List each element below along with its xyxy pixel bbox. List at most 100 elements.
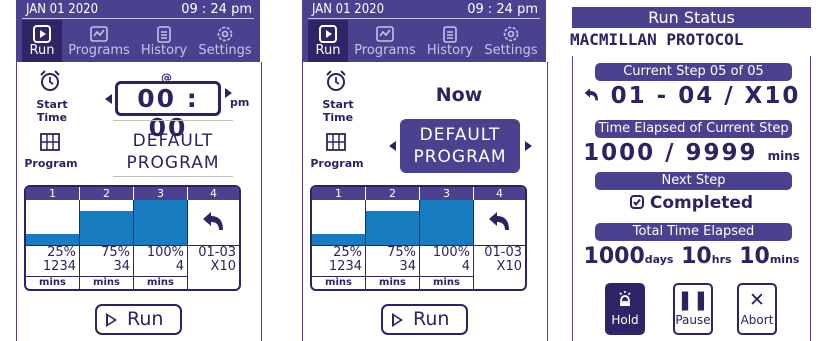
program-name-line2: PROGRAM (413, 147, 507, 167)
program-name-line2: PROGRAM (126, 153, 220, 173)
clipboard-icon (443, 26, 457, 43)
loop-back-icon (489, 212, 509, 230)
time-elapsed-unit: mins (767, 149, 800, 163)
days-unit: days (644, 253, 674, 266)
tab-settings-label: Settings (484, 43, 538, 58)
step-time: 1234 (328, 259, 362, 274)
step-percent: 100% (432, 245, 470, 260)
step-unit: mins (366, 276, 419, 289)
run-status-screen: Run Status MACMILLAN PROTOCOL Current St… (562, 0, 821, 341)
program-next-arrow[interactable] (525, 141, 532, 151)
step-unit: mins (80, 276, 133, 289)
step-number: 4 (188, 187, 239, 200)
step-unit: mins (312, 276, 365, 289)
step-grid: 1 2 3 4 25% 1234 mins 75% 34 mins 100% 4 mins … (24, 185, 241, 291)
step-loop[interactable] (474, 200, 525, 245)
step-bar[interactable] (134, 200, 188, 245)
loop-range: 01-03 (198, 245, 236, 260)
lamp-icon (607, 285, 643, 313)
run-button[interactable]: Run (95, 304, 182, 335)
tab-settings-label: Settings (198, 43, 252, 58)
play-square-icon (319, 25, 337, 43)
step-unit: mins (134, 276, 187, 289)
gear-icon (503, 26, 519, 42)
run-button-label: Run (413, 308, 450, 330)
tab-programs-label: Programs (354, 43, 416, 58)
time-elapsed-value: 1000 / 9999 mins (573, 140, 810, 166)
step-time: 1234 (42, 259, 76, 274)
tab-settings[interactable]: Settings (194, 20, 256, 62)
abort-button[interactable]: ✕ Abort (737, 283, 777, 335)
device-header: JAN 01 2020 09 : 24 pm Run Programs Hist… (302, 0, 546, 62)
pause-button[interactable]: ❚❚ Pause (673, 283, 713, 335)
start-time-value[interactable]: Now (399, 84, 519, 106)
step-number: 2 (80, 187, 134, 200)
step-bar[interactable] (312, 200, 366, 245)
tab-run-label: Run (315, 43, 341, 58)
alarm-clock-icon (40, 70, 60, 91)
step-fill (366, 211, 419, 245)
gear-icon (217, 26, 233, 42)
current-step-value: 01 - 04 / X10 (573, 83, 810, 109)
tab-programs[interactable]: Programs (350, 20, 420, 62)
step-number: 1 (26, 187, 80, 200)
tab-history[interactable]: History (422, 20, 478, 62)
step-bar[interactable] (26, 200, 80, 245)
next-step-text: Completed (649, 193, 754, 213)
header-date: JAN 01 2020 (312, 2, 385, 17)
tab-history-label: History (140, 43, 188, 58)
device-header: JAN 01 2020 09 : 24 pm Run Programs Hist… (16, 0, 260, 62)
tab-programs[interactable]: Programs (64, 20, 134, 62)
total-days: 1000 (583, 244, 645, 269)
step-percent: 75% (101, 245, 130, 260)
program-selector[interactable]: DEFAULT PROGRAM (400, 119, 520, 173)
step-time: 4 (175, 259, 184, 274)
step-bar[interactable] (420, 200, 474, 245)
step-time: 4 (461, 259, 470, 274)
loop-count: X10 (496, 259, 522, 274)
step-fill (134, 200, 187, 245)
step-bar[interactable] (366, 200, 420, 245)
total-elapsed-label: Total Time Elapsed (595, 223, 792, 241)
program-prev-arrow[interactable] (389, 141, 396, 151)
step-info: 25% 1234 mins (26, 245, 80, 289)
step-unit: mins (26, 276, 79, 289)
hours-unit: hrs (711, 253, 732, 266)
loop-range: 01-03 (484, 245, 522, 260)
start-time-value[interactable]: 00 : 00 (115, 81, 221, 142)
tab-settings[interactable]: Settings (480, 20, 542, 62)
tab-run[interactable]: Run (308, 20, 348, 62)
header-time: 09 : 24 pm (467, 2, 538, 17)
alarm-clock-icon (326, 70, 346, 91)
time-elapsed-label: Time Elapsed of Current Step (595, 120, 792, 138)
minutes-unit: mins (769, 253, 800, 266)
step-info: 75% 34 mins (366, 245, 420, 289)
next-step-label: Next Step (595, 172, 792, 190)
step-info: 25% 1234 mins (312, 245, 366, 289)
current-step-text: 01 - 04 / X10 (610, 83, 801, 109)
step-fill (80, 211, 133, 245)
step-info: 100% 4 mins (134, 245, 188, 289)
tab-run-label: Run (29, 43, 55, 58)
clipboard-icon (157, 26, 171, 43)
run-status-body: Current Step 05 of 05 01 - 04 / X10 Time… (572, 56, 811, 341)
program-label: Program (310, 157, 364, 170)
run-button[interactable]: Run (381, 304, 468, 335)
close-icon: ✕ (749, 289, 765, 311)
tab-run[interactable]: Run (22, 20, 62, 62)
time-decrease-arrow[interactable] (105, 94, 112, 104)
protocol-name: MACMILLAN PROTOCOL (570, 30, 744, 49)
ampm-indicator[interactable]: pm (230, 96, 249, 109)
tab-programs-label: Programs (68, 43, 130, 58)
step-number: 3 (420, 187, 474, 200)
program-grid-icon (40, 133, 60, 151)
current-step-label: Current Step 05 of 05 (595, 63, 792, 81)
step-loop[interactable] (188, 200, 239, 245)
hold-button[interactable]: Hold (605, 283, 645, 335)
hold-button-label: Hold (611, 313, 639, 327)
step-bar[interactable] (80, 200, 134, 245)
program-name[interactable]: DEFAULT PROGRAM (113, 130, 233, 174)
run-button-label: Run (127, 308, 164, 330)
tab-history[interactable]: History (136, 20, 192, 62)
header-divider (22, 18, 254, 19)
